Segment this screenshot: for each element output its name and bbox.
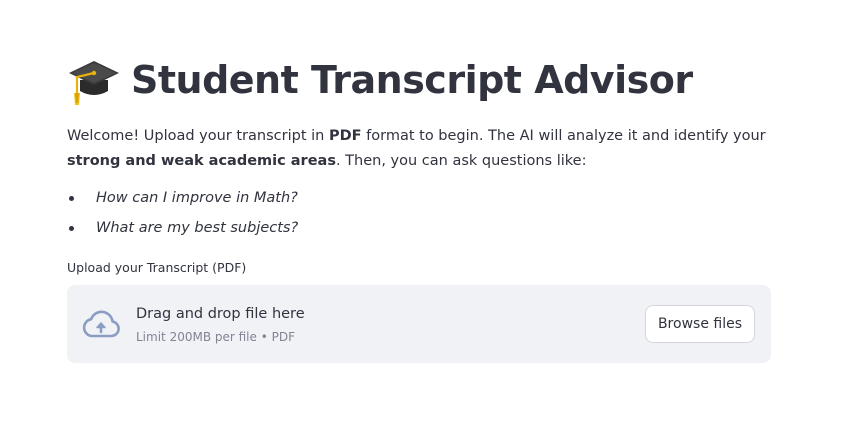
example-question: How can I improve in Math?	[96, 190, 298, 206]
intro-bold-pdf: PDF	[328, 128, 362, 144]
main-content: Student Transcript Advisor Welcome! Uplo…	[67, 50, 771, 363]
intro-part-2: format to begin. The AI will analyze it …	[361, 128, 766, 144]
dropzone-text: Drag and drop file here Limit 200MB per …	[136, 303, 305, 346]
browse-files-button[interactable]: Browse files	[644, 305, 755, 343]
dropzone-instructions: Drag and drop file here	[136, 306, 305, 322]
file-dropzone[interactable]: Drag and drop file here Limit 200MB per …	[67, 285, 771, 363]
bullet-dot	[69, 196, 74, 201]
page-title: Student Transcript Advisor	[131, 58, 693, 102]
list-item: How can I improve in Math?	[67, 183, 771, 213]
upload-label: Upload your Transcript (PDF)	[67, 260, 247, 275]
intro-text: Welcome! Upload your transcript in PDF f…	[67, 124, 771, 174]
intro-part-1: Welcome! Upload your transcript in	[67, 128, 329, 144]
graduation-cap-icon	[69, 61, 119, 105]
file-limit-text: Limit 200MB per file • PDF	[136, 330, 295, 344]
intro-part-3: . Then, you can ask questions like:	[335, 153, 587, 169]
example-question: What are my best subjects?	[96, 220, 299, 236]
bullet-dot	[69, 226, 74, 231]
cloud-upload-icon	[82, 310, 120, 338]
intro-bold-areas: strong and weak academic areas	[67, 153, 336, 169]
list-item: What are my best subjects?	[67, 213, 771, 243]
example-questions-list: How can I improve in Math? What are my b…	[67, 183, 771, 243]
title-row: Student Transcript Advisor	[67, 50, 771, 110]
